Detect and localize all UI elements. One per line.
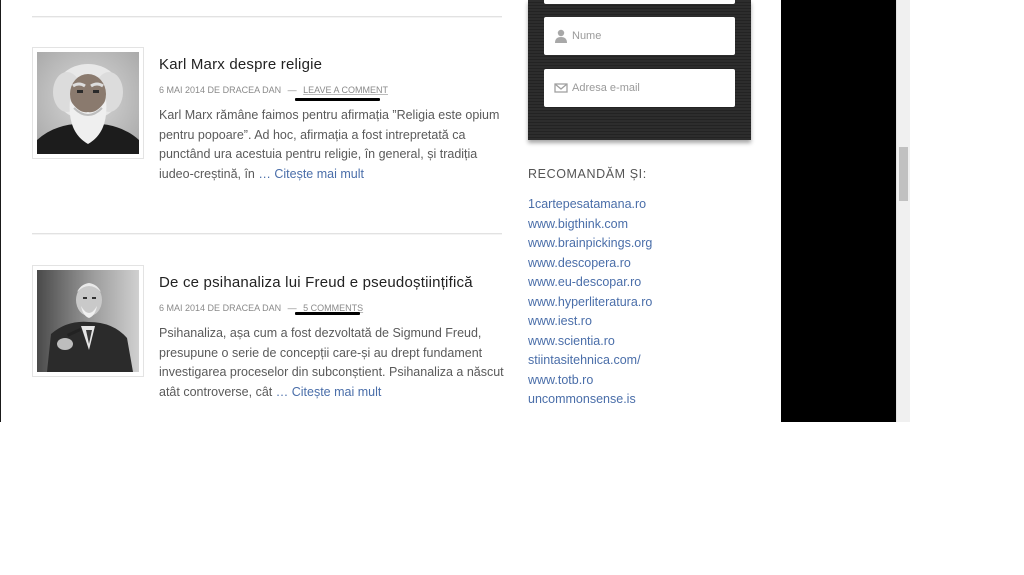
recommendations-list: 1cartepesatamana.ro www.bigthink.com www.b… (528, 195, 652, 410)
recommendation-link[interactable]: www.bigthink.com (528, 215, 652, 235)
envelope-icon (554, 83, 568, 93)
recommendation-link[interactable]: www.eu-descopar.ro (528, 273, 652, 293)
recommendation-link[interactable]: stiintasitehnica.com/ (528, 351, 652, 371)
post-karl-marx: Karl Marx despre religie 6 mai 2014 de D… (32, 47, 502, 197)
post-divider (32, 233, 502, 235)
post-date-link[interactable]: 6 mai 2014 (159, 303, 205, 313)
recommendation-link[interactable]: www.iest.ro (528, 312, 652, 332)
vertical-scrollbar[interactable] (896, 0, 910, 422)
browser-viewport: Karl Marx despre religie 6 mai 2014 de D… (0, 0, 910, 422)
post-author-link[interactable]: Dracea Dan (223, 303, 282, 313)
name-input[interactable]: Nume (544, 17, 735, 55)
post-title-link[interactable]: De ce psihanaliza lui Freud e pseudoștii… (159, 274, 473, 291)
post-author-link[interactable]: Dracea Dan (223, 85, 282, 95)
post-comments-link[interactable]: Leave a comment (303, 85, 388, 95)
newsletter-signup-box: Nume Adresa e-mail (528, 0, 751, 140)
recommendation-link[interactable]: www.descopera.ro (528, 254, 652, 274)
post-meta: 6 mai 2014 de Dracea Dan — Leave a comme… (159, 85, 388, 95)
recommendation-link[interactable]: www.scientia.ro (528, 332, 652, 352)
post-title-link[interactable]: Karl Marx despre religie (159, 56, 322, 73)
post-excerpt: Psihanaliza, așa cum a fost dezvoltată d… (159, 324, 509, 402)
meta-separator: — (287, 85, 297, 95)
user-icon (555, 29, 567, 43)
recommendation-link[interactable]: uncommonsense.is (528, 390, 652, 410)
post-thumbnail-link[interactable] (32, 265, 144, 377)
email-input[interactable]: Adresa e-mail (544, 69, 735, 107)
karl-marx-portrait-image (37, 52, 139, 154)
post-thumbnail-link[interactable] (32, 47, 144, 159)
annotation-underline (295, 312, 360, 315)
signup-field-top[interactable] (544, 0, 735, 4)
name-placeholder: Nume (572, 30, 602, 42)
post-by-label: de (207, 303, 221, 313)
scrollbar-thumb[interactable] (899, 147, 908, 201)
email-placeholder: Adresa e-mail (572, 82, 640, 94)
post-divider (32, 16, 502, 18)
recommendation-link[interactable]: www.totb.ro (528, 371, 652, 391)
page-left-border (0, 0, 1, 422)
post-by-label: de (207, 85, 221, 95)
black-side-panel (781, 0, 896, 422)
read-more-link[interactable]: … Citește mai mult (258, 167, 364, 181)
post-freud: De ce psihanaliza lui Freud e pseudoștii… (32, 265, 504, 415)
annotation-underline (295, 98, 380, 101)
recommendations-heading: Recomandăm și: (528, 167, 647, 181)
post-date-link[interactable]: 6 mai 2014 (159, 85, 205, 95)
recommendation-link[interactable]: www.brainpickings.org (528, 234, 652, 254)
recommendation-link[interactable]: 1cartepesatamana.ro (528, 195, 652, 215)
post-excerpt: Karl Marx rămâne faimos pentru afirmația… (159, 106, 509, 184)
read-more-link[interactable]: … Citește mai mult (276, 385, 382, 399)
sigmund-freud-portrait-image (37, 270, 139, 372)
recommendation-link[interactable]: www.hyperliteratura.ro (528, 293, 652, 313)
